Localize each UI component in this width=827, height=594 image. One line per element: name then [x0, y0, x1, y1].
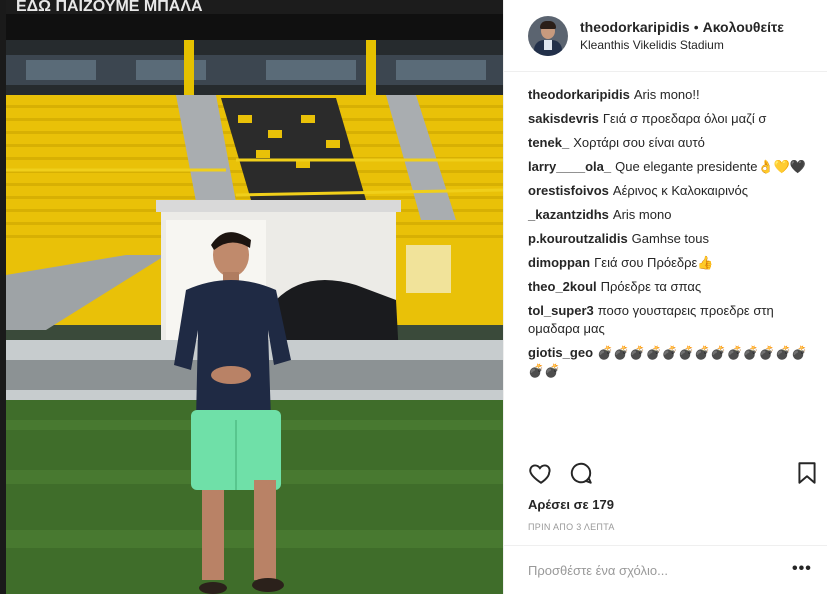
comment-text: Aris mono	[612, 207, 672, 222]
bookmark-icon[interactable]	[794, 460, 820, 486]
comments-list: theodorkaripidis Aris mono!! sakisdevris Γ…	[528, 86, 818, 386]
comment-username[interactable]: theodorkaripidis	[528, 87, 630, 102]
header-separator: •	[693, 18, 699, 35]
follow-status-button[interactable]: Ακολουθείτε	[703, 19, 784, 35]
comment-text: Γειά σου Πρόεδρε👍	[594, 255, 714, 270]
post-header: theodorkaripidis • Ακολουθείτε Kleanthis V…	[504, 0, 827, 72]
post-side-panel: theodorkaripidis • Ακολουθείτε Kleanthis V…	[503, 0, 827, 594]
comment-text: Γειά σ προεδαρα όλοι μαζί σ	[602, 111, 767, 126]
likes-count[interactable]: Αρέσει σε 179	[528, 497, 614, 512]
list-item: tol_super3 ποσο γουσταρεις προεδρε στη ομ…	[528, 302, 818, 338]
post-photo[interactable]: ΕΔΩ ΠΑΙΖΟΥΜΕ ΜΠΑΛΑ	[6, 0, 503, 594]
comment-username[interactable]: tenek_	[528, 135, 569, 150]
comment-username[interactable]: tol_super3	[528, 303, 594, 318]
comment-text: Gamhse tous	[631, 231, 709, 246]
list-item: theo_2koul Πρόεδρε τα σπας	[528, 278, 818, 296]
comment-username[interactable]: orestisfoivos	[528, 183, 609, 198]
location-link[interactable]: Kleanthis Vikelidis Stadium	[580, 36, 784, 54]
comment-username[interactable]: larry____ola_	[528, 159, 611, 174]
list-item: giotis_geo 💣💣💣💣💣💣💣💣💣💣💣💣💣💣💣	[528, 344, 818, 380]
speech-bubble-icon[interactable]	[568, 460, 594, 486]
list-item: sakisdevris Γειά σ προεδαρα όλοι μαζί σ	[528, 110, 818, 128]
stadium-photo-graphic: ΕΔΩ ΠΑΙΖΟΥΜΕ ΜΠΑΛΑ	[6, 0, 503, 594]
list-item: larry____ola_ Que elegante presidente👌💛🖤	[528, 158, 818, 176]
list-item: _kazantzidhs Aris mono	[528, 206, 818, 224]
comment-username[interactable]: dimoppan	[528, 255, 590, 270]
comment-username[interactable]: _kazantzidhs	[528, 207, 609, 222]
comment-username[interactable]: sakisdevris	[528, 111, 599, 126]
comment-text: Αέρινος κ Καλοκαιρινός	[612, 183, 748, 198]
list-item: dimoppan Γειά σου Πρόεδρε👍	[528, 254, 818, 272]
list-item: theodorkaripidis Aris mono!!	[528, 86, 818, 104]
comment-text: Χορτάρι σου είναι αυτό	[573, 135, 705, 150]
add-comment-input[interactable]	[528, 546, 788, 594]
avatar[interactable]	[528, 15, 568, 56]
list-item: p.kouroutzalidis Gamhse tous	[528, 230, 818, 248]
post-timestamp: ΠΡΙΝ ΑΠΟ 3 ΛΕΠΤΑ	[528, 522, 615, 532]
comment-username[interactable]: p.kouroutzalidis	[528, 231, 628, 246]
list-item: orestisfoivos Αέρινος κ Καλοκαιρινός	[528, 182, 818, 200]
comment-text: Que elegante presidente👌💛🖤	[615, 159, 807, 174]
more-options-button[interactable]: •••	[792, 560, 812, 578]
list-item: tenek_ Χορτάρι σου είναι αυτό	[528, 134, 818, 152]
comment-username[interactable]: giotis_geo	[528, 345, 593, 360]
comment-username[interactable]: theo_2koul	[528, 279, 597, 294]
post-actions	[528, 460, 818, 490]
comment-text: Aris mono!!	[633, 87, 700, 102]
header-username[interactable]: theodorkaripidis	[580, 19, 690, 35]
stadium-banner-text: ΕΔΩ ΠΑΙΖΟΥΜΕ ΜΠΑΛΑ	[16, 0, 203, 15]
heart-icon[interactable]	[528, 460, 554, 486]
comment-text: Πρόεδρε τα σπας	[600, 279, 702, 294]
